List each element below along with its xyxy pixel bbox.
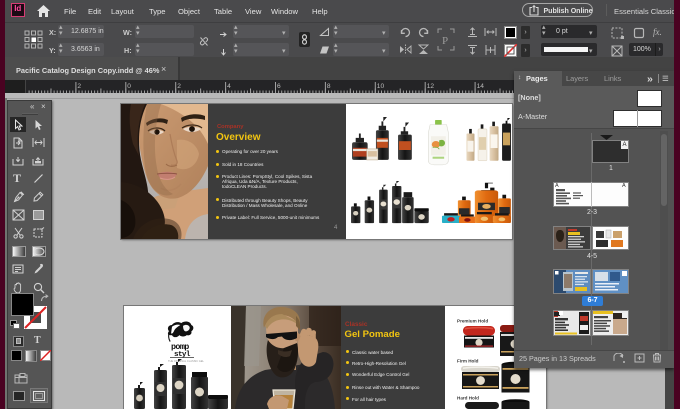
svg-text:Firm Hold: Firm Hold <box>457 358 479 363</box>
svg-text:Hard Hold: Hard Hold <box>457 395 479 400</box>
svg-text:12: 12 <box>426 83 434 90</box>
svg-text:Premium Hold: Premium Hold <box>457 319 488 324</box>
svg-text:10: 10 <box>376 83 384 90</box>
svg-text:14: 14 <box>476 83 484 90</box>
svg-text:0: 0 <box>127 83 131 90</box>
svg-text:2: 2 <box>77 83 81 90</box>
svg-text:6: 6 <box>277 83 281 90</box>
svg-text:THE ORIGINAL CLASSIC GEL: THE ORIGINAL CLASSIC GEL <box>168 359 204 363</box>
svg-text:2: 2 <box>177 83 181 90</box>
svg-text:8: 8 <box>326 83 330 90</box>
svg-text:4: 4 <box>227 83 231 90</box>
svg-text:P: P <box>442 35 448 47</box>
